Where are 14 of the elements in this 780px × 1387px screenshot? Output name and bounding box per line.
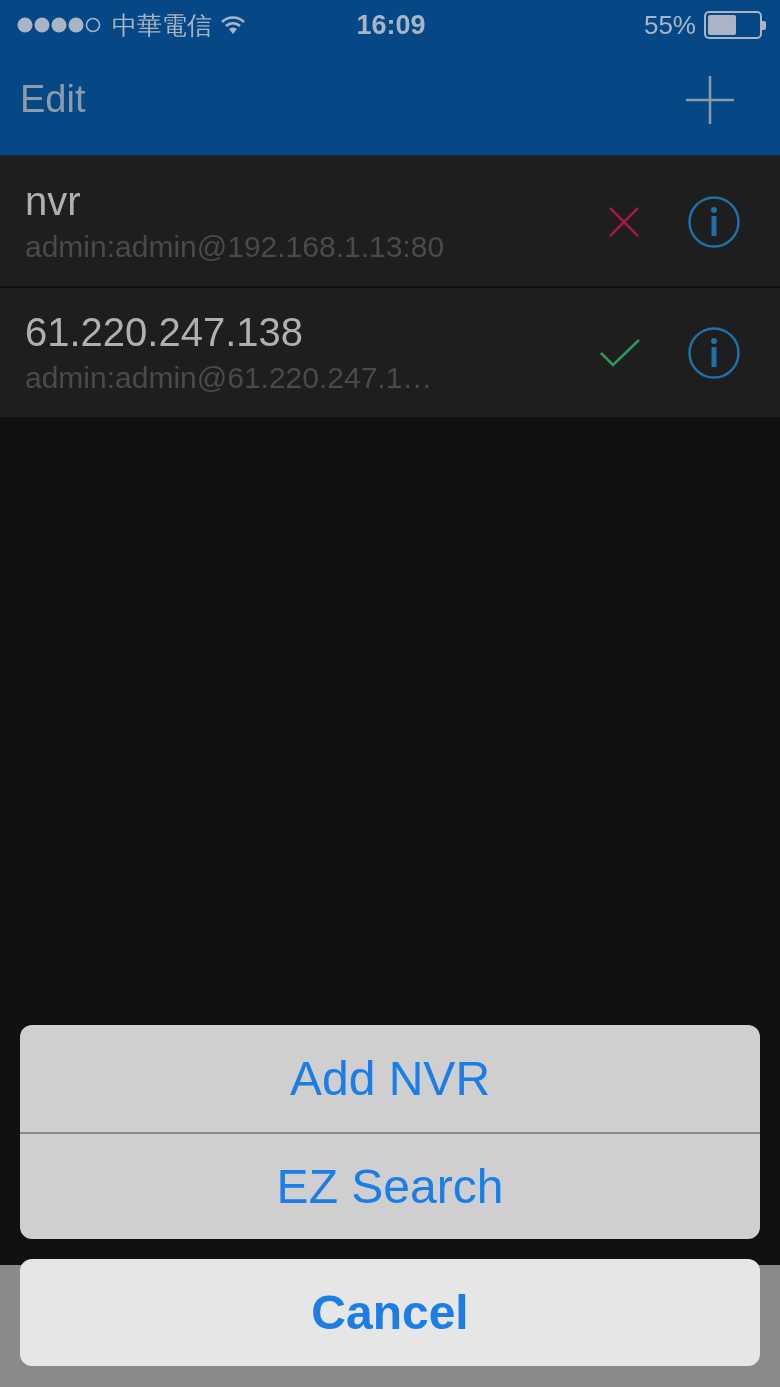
carrier-name: 中華電信 xyxy=(112,9,212,41)
device-name: 61.220.247.138 xyxy=(25,310,305,355)
edit-button[interactable]: Edit xyxy=(20,78,86,121)
action-button[interactable]: Add NVR xyxy=(20,1025,760,1132)
battery-percent: 55% xyxy=(643,9,696,41)
battery-icon xyxy=(704,11,766,39)
action-button[interactable]: EZ Search xyxy=(20,1132,760,1239)
wifi-icon xyxy=(220,15,246,35)
info-icon[interactable] xyxy=(688,195,740,248)
add-icon[interactable] xyxy=(686,75,734,124)
info-icon[interactable] xyxy=(688,326,740,379)
cancel-button[interactable]: Cancel xyxy=(20,1259,760,1366)
device-name: nvr xyxy=(25,179,82,224)
clock-time: 16:09 xyxy=(356,9,426,41)
